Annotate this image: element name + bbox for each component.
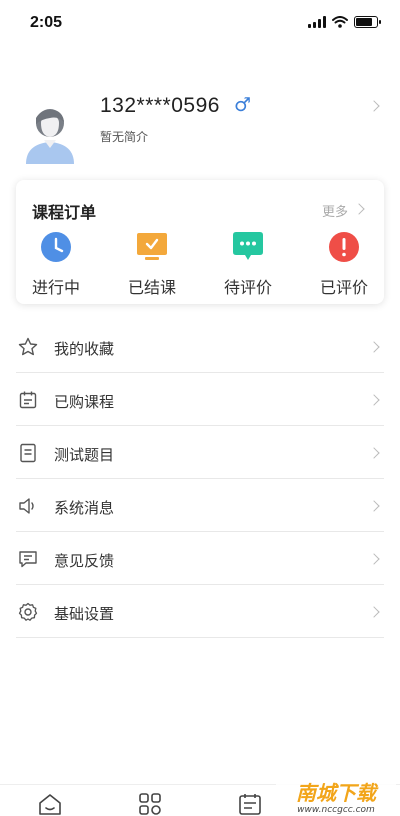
- gear-icon: [18, 602, 38, 621]
- feedback-icon: [19, 551, 37, 568]
- menu-item-system-messages[interactable]: 系统消息: [16, 479, 384, 532]
- order-label: 进行中: [31, 278, 80, 297]
- exclamation-icon: [329, 232, 359, 262]
- home-icon[interactable]: [38, 793, 62, 815]
- menu-label: 已购课程: [54, 393, 115, 411]
- menu-label: 我的收藏: [54, 340, 115, 358]
- battery-icon: [354, 16, 381, 28]
- menu-label: 意见反馈: [54, 552, 115, 570]
- menu-item-test-questions[interactable]: 测试题目: [16, 426, 384, 479]
- schedule-icon[interactable]: [238, 793, 262, 815]
- orders-title: 课程订单: [32, 203, 97, 222]
- order-to-review[interactable]: 待评价: [208, 232, 288, 298]
- profile-header[interactable]: 132****0596 ♂ 暂无简介: [0, 88, 400, 168]
- chevron-right-icon: [368, 394, 380, 406]
- avatar[interactable]: [24, 106, 76, 164]
- star-icon: [18, 337, 38, 356]
- chevron-right-icon: [368, 553, 380, 565]
- menu-item-favorites[interactable]: 我的收藏: [16, 320, 384, 373]
- menu-item-feedback[interactable]: 意见反馈: [16, 532, 384, 585]
- speaker-icon: [19, 498, 34, 514]
- clock-icon: [41, 232, 71, 262]
- menu-label: 测试题目: [54, 446, 115, 464]
- chevron-right-icon: [368, 500, 380, 512]
- chevron-right-icon: [368, 341, 380, 353]
- course-orders-card: 课程订单 更多 进行中 已结课 待评价 已评价: [16, 180, 384, 304]
- gender-icon: ♂: [234, 94, 252, 116]
- order-label: 已结课: [127, 278, 176, 297]
- order-label: 待评价: [223, 278, 272, 297]
- order-reviewed[interactable]: 已评价: [304, 232, 384, 298]
- calendar-icon: [19, 391, 37, 409]
- menu-list: 我的收藏 已购课程 测试题目 系统消息 意见反馈 基础设置: [16, 320, 384, 638]
- watermark-logo: 南城下载 www.nccgcc.com: [276, 778, 396, 816]
- svg-text:南城下载: 南城下载: [296, 781, 379, 805]
- order-completed[interactable]: 已结课: [112, 232, 192, 298]
- document-icon: [20, 443, 36, 463]
- order-label: 已评价: [319, 278, 368, 297]
- menu-label: 系统消息: [54, 499, 115, 517]
- menu-item-settings[interactable]: 基础设置: [16, 585, 384, 638]
- battery-level: [356, 18, 372, 26]
- status-bar: 2:05: [0, 0, 400, 44]
- order-in-progress[interactable]: 进行中: [16, 232, 96, 298]
- category-icon[interactable]: [138, 793, 162, 815]
- chevron-right-icon[interactable]: [368, 100, 380, 112]
- chevron-right-icon[interactable]: [353, 203, 365, 215]
- menu-item-purchased-courses[interactable]: 已购课程: [16, 373, 384, 426]
- monitor-check-icon: [137, 233, 167, 260]
- signal-icon: [308, 16, 326, 28]
- chevron-right-icon: [368, 447, 380, 459]
- status-icons: [308, 16, 381, 28]
- status-time: 2:05: [30, 14, 63, 31]
- wifi-icon: [332, 16, 348, 28]
- chevron-right-icon: [368, 606, 380, 618]
- profile-bio: 暂无简介: [100, 130, 149, 144]
- svg-text:www.nccgcc.com: www.nccgcc.com: [297, 805, 375, 815]
- phone-number: 132****0596: [100, 94, 220, 117]
- more-link[interactable]: 更多: [322, 201, 348, 220]
- chat-dots-icon: [233, 232, 263, 260]
- menu-label: 基础设置: [54, 605, 115, 623]
